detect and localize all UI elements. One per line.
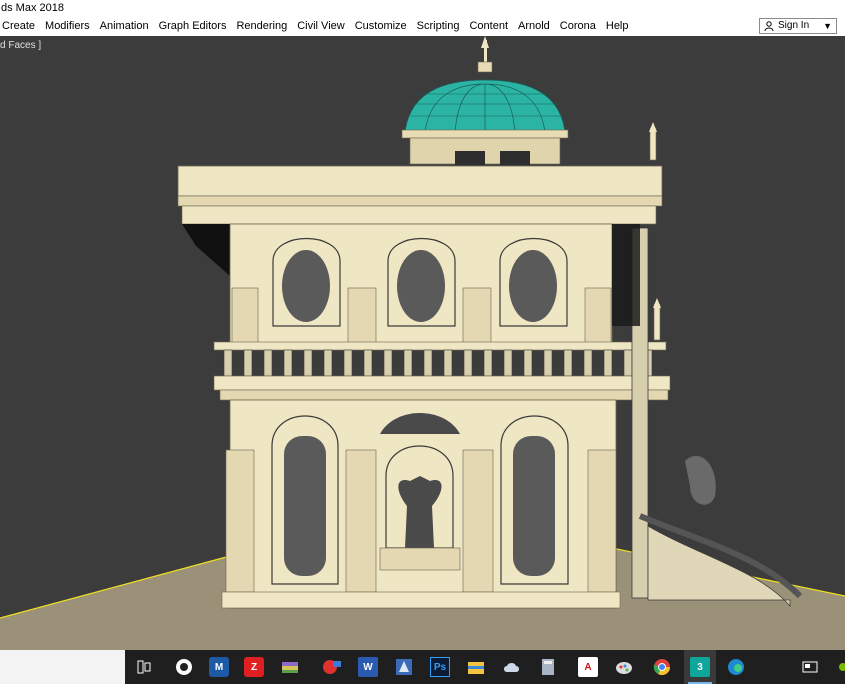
photoshop-icon[interactable]: Ps xyxy=(430,657,450,677)
taskbar: M Z W Ps A 3 xyxy=(0,650,845,684)
title-bar: ds Max 2018 xyxy=(0,0,845,17)
task-view-icon[interactable] xyxy=(134,657,154,677)
menu-bar: Create Modifiers Animation Graph Editors… xyxy=(0,17,845,36)
chevron-down-icon: ▼ xyxy=(823,21,832,31)
sign-in-dropdown[interactable]: Sign In ▼ xyxy=(759,18,837,34)
roof-shadow xyxy=(182,224,230,276)
right-shadow xyxy=(612,224,640,326)
dome xyxy=(401,36,569,165)
tray-icon[interactable] xyxy=(835,657,845,677)
autocad-icon[interactable]: A xyxy=(578,657,598,677)
menu-corona[interactable]: Corona xyxy=(557,17,603,36)
roof-cornice xyxy=(177,165,663,197)
window-title: ds Max 2018 xyxy=(1,2,64,14)
menu-content[interactable]: Content xyxy=(466,17,515,36)
spire-right-top xyxy=(649,127,657,161)
scene-render xyxy=(0,36,845,650)
taskbar-search-box[interactable] xyxy=(0,650,125,684)
calculator-icon[interactable] xyxy=(538,657,558,677)
viewport[interactable]: d Faces ] xyxy=(0,36,845,650)
menu-customize[interactable]: Customize xyxy=(352,17,414,36)
menu-civil-view[interactable]: Civil View xyxy=(294,17,351,36)
acrobat-icon[interactable]: Z xyxy=(244,657,264,677)
cloud-icon[interactable] xyxy=(502,657,522,677)
sign-in-label: Sign In xyxy=(778,20,810,31)
user-icon xyxy=(764,21,774,31)
file-explorer-icon[interactable] xyxy=(466,657,486,677)
obs-icon[interactable] xyxy=(174,657,194,677)
spire-right-low xyxy=(653,303,661,341)
balcony-rail xyxy=(213,341,667,351)
stair-ornament xyxy=(685,455,716,505)
menu-arnold[interactable]: Arnold xyxy=(515,17,557,36)
balustrade xyxy=(223,349,653,377)
video-icon[interactable] xyxy=(322,657,342,677)
news-icon[interactable] xyxy=(800,657,820,677)
menu-modifiers[interactable]: Modifiers xyxy=(42,17,97,36)
menu-create[interactable]: Create xyxy=(0,17,42,36)
menu-graph-editors[interactable]: Graph Editors xyxy=(156,17,234,36)
chrome-icon[interactable] xyxy=(652,657,672,677)
3dsmax-icon[interactable]: 3 xyxy=(690,657,710,677)
reader-icon[interactable] xyxy=(394,657,414,677)
menu-animation[interactable]: Animation xyxy=(97,17,156,36)
winrar-icon[interactable] xyxy=(280,657,300,677)
menu-rendering[interactable]: Rendering xyxy=(233,17,294,36)
maxon-icon[interactable]: M xyxy=(209,657,229,677)
edge-icon[interactable] xyxy=(726,657,746,677)
menu-help[interactable]: Help xyxy=(603,17,636,36)
paint-icon[interactable] xyxy=(614,657,634,677)
viewport-shading-label[interactable]: d Faces ] xyxy=(0,40,41,51)
menu-scripting[interactable]: Scripting xyxy=(414,17,467,36)
word-icon[interactable]: W xyxy=(358,657,378,677)
staircase xyxy=(647,525,791,608)
